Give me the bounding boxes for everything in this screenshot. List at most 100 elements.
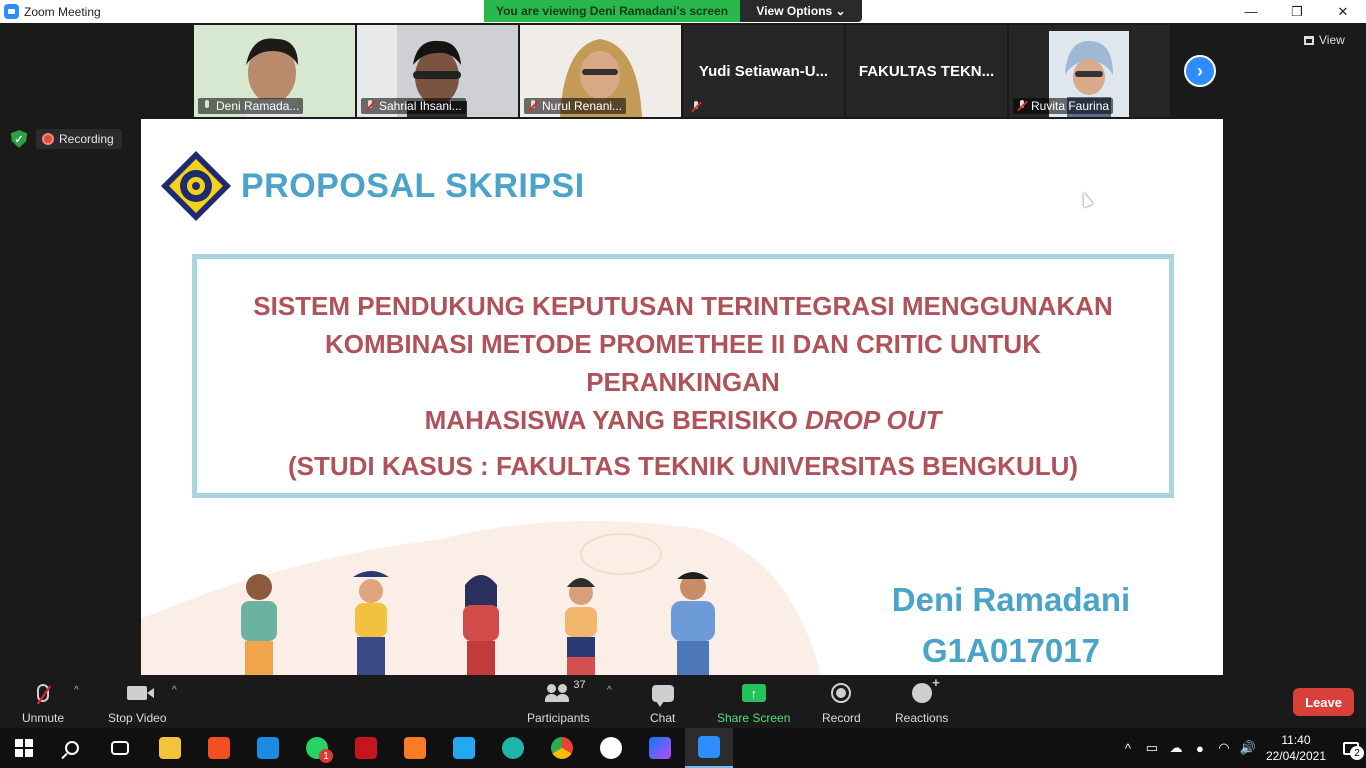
reactions-button[interactable]: Reactions xyxy=(895,675,949,725)
participant-tile[interactable]: Ruvita Faurina xyxy=(1009,25,1170,117)
shared-screen-slide: PROPOSAL SKRIPSI SISTEM PENDUKUNG KEPUTU… xyxy=(141,119,1223,675)
meeting-area: Deni Ramada... Sahrial Ihsani... Nurul R… xyxy=(0,23,1366,675)
wifi-icon[interactable]: ◠ xyxy=(1212,740,1236,756)
participant-tile[interactable]: Sahrial Ihsani... xyxy=(357,25,518,117)
thesis-title-line: MAHASISWA YANG BERISIKO DROP OUT xyxy=(424,405,942,435)
participants-label: Participants xyxy=(527,711,590,725)
taskbar-goland[interactable] xyxy=(636,728,684,768)
university-logo xyxy=(161,151,231,221)
zoom-icon xyxy=(698,736,720,758)
edge-icon xyxy=(502,737,524,759)
chat-button[interactable]: Chat xyxy=(650,681,675,725)
task-view-icon xyxy=(111,741,129,755)
taskbar-clock[interactable]: 11:40 22/04/2021 xyxy=(1266,732,1326,764)
meeting-status-row: Recording xyxy=(10,129,122,149)
taskbar-word[interactable] xyxy=(587,728,635,768)
next-page-arrow-icon[interactable]: › xyxy=(1184,55,1216,87)
stop-video-label: Stop Video xyxy=(108,711,167,725)
onedrive-cloud-icon[interactable]: ☁ xyxy=(1164,740,1188,756)
goland-icon xyxy=(649,737,671,759)
video-options-caret-icon[interactable]: ^ xyxy=(172,685,177,696)
notification-count-badge: 2 xyxy=(1350,746,1364,760)
participant-name: Nurul Renani... xyxy=(542,99,623,113)
xampp-icon xyxy=(404,737,426,759)
taskbar-mendeley[interactable] xyxy=(342,728,390,768)
pin-icon xyxy=(202,100,212,112)
taskbar-whatsapp[interactable]: 1 xyxy=(293,728,341,768)
taskbar-search-button[interactable] xyxy=(48,728,96,768)
participant-tile[interactable]: Nurul Renani... xyxy=(520,25,681,117)
mouse-cursor-icon xyxy=(1078,190,1094,208)
battery-icon[interactable]: ▭ xyxy=(1140,740,1164,756)
restore-button[interactable]: ❐ xyxy=(1274,0,1320,23)
taskbar-edge[interactable] xyxy=(489,728,537,768)
share-screen-button[interactable]: ↑ Share Screen xyxy=(717,681,790,725)
audio-options-caret-icon[interactable]: ^ xyxy=(74,685,79,696)
record-button[interactable]: Record xyxy=(822,681,861,725)
participant-name-tag: Deni Ramada... xyxy=(198,98,304,114)
meeting-controls-toolbar: Unmute ^ Stop Video ^ 37 Participants ^ … xyxy=(0,675,1366,728)
participant-gallery-strip: Deni Ramada... Sahrial Ihsani... Nurul R… xyxy=(194,25,1170,117)
store-icon xyxy=(208,737,230,759)
muted-mic-icon xyxy=(1017,100,1027,112)
participant-tile[interactable]: FAKULTAS TEKN... xyxy=(846,25,1007,117)
participant-tile[interactable]: Deni Ramada... xyxy=(194,25,355,117)
stop-video-button[interactable]: Stop Video xyxy=(108,681,167,725)
unmute-label: Unmute xyxy=(22,711,65,725)
taskbar-mail[interactable] xyxy=(244,728,292,768)
taskbar-xampp[interactable] xyxy=(391,728,439,768)
microphone-icon[interactable]: ● xyxy=(1188,741,1212,756)
taskbar-chrome[interactable] xyxy=(538,728,586,768)
video-camera-icon xyxy=(127,686,155,700)
record-label: Record xyxy=(822,711,861,725)
unmute-button[interactable]: Unmute xyxy=(22,681,64,725)
record-icon xyxy=(831,683,852,703)
leave-meeting-button[interactable]: Leave xyxy=(1293,688,1354,716)
participant-name-tag: Nurul Renani... xyxy=(524,98,627,114)
reactions-label: Reactions xyxy=(895,711,949,725)
volume-icon[interactable]: 🔊 xyxy=(1236,740,1260,756)
muted-mic-icon xyxy=(528,100,538,112)
view-label: View xyxy=(1319,33,1345,47)
minimize-button[interactable]: — xyxy=(1228,0,1274,23)
clock-date: 22/04/2021 xyxy=(1265,749,1326,763)
taskbar-file-explorer[interactable] xyxy=(146,728,194,768)
participant-name: Sahrial Ihsani... xyxy=(379,99,462,113)
taskbar-store[interactable] xyxy=(195,728,243,768)
taskbar-vscode[interactable] xyxy=(440,728,488,768)
participants-icon xyxy=(545,684,571,702)
view-layout-button[interactable]: View xyxy=(1304,33,1345,47)
windows-logo-icon xyxy=(15,739,33,757)
student-id: G1A017017 xyxy=(922,632,1100,669)
participants-options-caret-icon[interactable]: ^ xyxy=(607,685,612,696)
muted-mic-icon xyxy=(691,101,701,113)
show-hidden-icons-icon[interactable]: ^ xyxy=(1116,741,1140,756)
participant-name-tag: Ruvita Faurina xyxy=(1013,98,1114,114)
notification-center-button[interactable]: 2 xyxy=(1336,728,1366,768)
recording-indicator[interactable]: Recording xyxy=(36,129,122,149)
view-options-button[interactable]: View Options ⌄ xyxy=(740,0,862,22)
slide-heading: PROPOSAL SKRIPSI xyxy=(241,167,585,205)
word-icon xyxy=(600,737,622,759)
thesis-subtitle: (STUDI KASUS : FAKULTAS TEKNIK UNIVERSIT… xyxy=(287,451,1079,481)
thesis-title-italic: DROP OUT xyxy=(805,405,942,435)
encryption-shield-icon[interactable] xyxy=(10,130,28,148)
start-button[interactable] xyxy=(0,728,48,768)
muted-microphone-icon xyxy=(37,684,50,702)
muted-mic-icon xyxy=(365,100,375,112)
thesis-title-line: KOMBINASI METODE PROMETHEE II DAN CRITIC… xyxy=(325,329,1041,397)
participants-button[interactable]: 37 Participants xyxy=(527,679,590,725)
reaction-smiley-icon xyxy=(911,675,940,703)
participant-tile[interactable]: Yudi Setiawan-U... xyxy=(683,25,844,117)
close-button[interactable]: ✕ xyxy=(1320,0,1366,23)
system-tray: ^ ▭ ☁ ● ◠ 🔊 11:40 22/04/2021 2 xyxy=(1116,728,1366,768)
viewing-screen-banner: You are viewing Deni Ramadani's screen xyxy=(484,0,740,22)
clock-time: 11:40 xyxy=(1281,733,1311,747)
window-controls: — ❐ ✕ xyxy=(1228,0,1366,23)
search-icon xyxy=(65,741,79,755)
students-illustration xyxy=(141,521,821,675)
windows-taskbar: 1 ^ ▭ ☁ ● ◠ 🔊 11:40 22/04/2021 2 xyxy=(0,728,1366,768)
task-view-button[interactable] xyxy=(96,728,144,768)
participant-name: Yudi Setiawan-U... xyxy=(698,62,829,80)
taskbar-zoom[interactable] xyxy=(685,728,733,768)
